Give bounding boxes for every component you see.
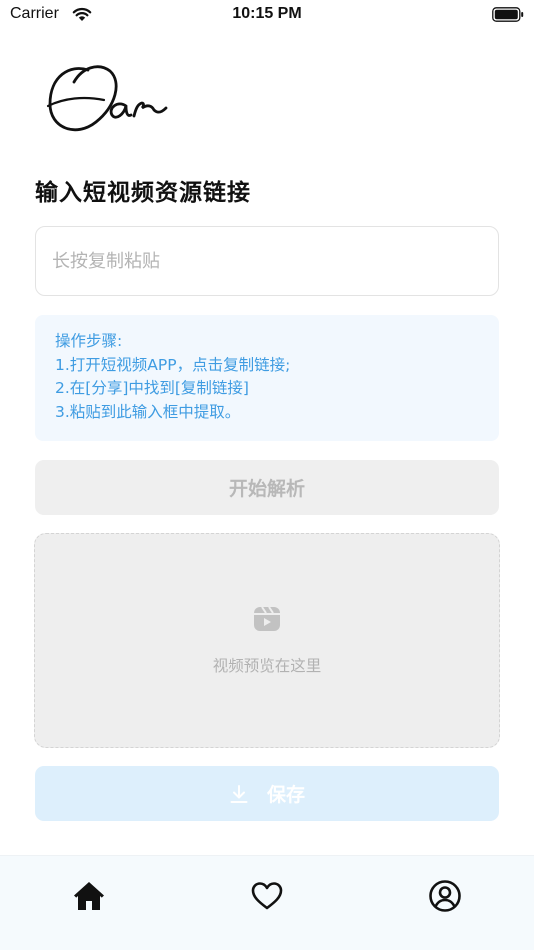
preview-placeholder-text: 视频预览在这里: [212, 657, 322, 675]
tab-profile[interactable]: [425, 876, 465, 916]
status-bar: Carrier 10:15 PM: [0, 0, 534, 30]
tab-favorites[interactable]: [247, 876, 287, 916]
battery-icon: [492, 7, 524, 22]
instruction-step: 1.打开短视频APP，点击复制链接;: [55, 355, 291, 374]
video-preview-area: 视频预览在这里: [34, 533, 500, 748]
app-logo: [46, 65, 168, 132]
instructions-box: 操作步骤: 1.打开短视频APP，点击复制链接; 2.在[分享]中找到[复制链接…: [35, 315, 499, 441]
app-screen: Carrier 10:15 PM 输入短视频资源链接 操作步骤: 1.打开短视频…: [0, 0, 534, 950]
tab-bar: [0, 855, 534, 950]
download-icon: [230, 784, 248, 803]
home-icon: [74, 882, 104, 910]
link-input[interactable]: [35, 226, 499, 296]
instruction-step: 3.粘贴到此输入框中提取。: [55, 402, 241, 421]
parse-button-label: 开始解析: [228, 478, 305, 500]
save-button[interactable]: 保存: [35, 766, 499, 821]
instruction-step: 2.在[分享]中找到[复制链接]: [55, 379, 249, 397]
tab-home[interactable]: [69, 876, 109, 916]
status-time: 10:15 PM: [232, 5, 302, 22]
page-title: 输入短视频资源链接: [35, 180, 251, 206]
parse-button[interactable]: 开始解析: [35, 460, 499, 515]
instructions-heading: 操作步骤:: [55, 332, 123, 350]
heart-icon: [251, 882, 283, 910]
save-button-label: 保存: [266, 784, 305, 806]
video-clip-icon: [254, 606, 280, 631]
user-circle-icon: [429, 880, 461, 912]
